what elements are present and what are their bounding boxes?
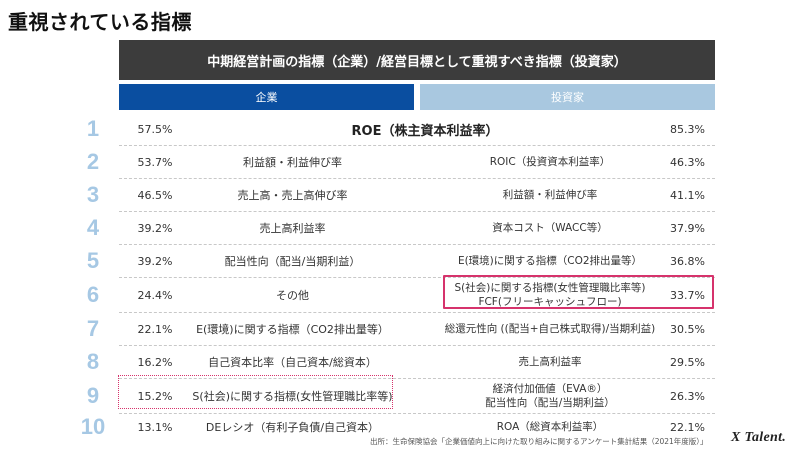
investor-indicator-text: E(環境)に関する指標（CO2排出量等） [457, 254, 643, 267]
rank-number: 9 [86, 383, 100, 408]
rank-number: 1 [86, 116, 100, 141]
investor-indicator-text: 総還元性向 ((配当+自己株式取得)/当期利益) [444, 322, 656, 335]
investor-indicator: 総還元性向 ((配当+自己株式取得)/当期利益) [440, 313, 660, 345]
investor-percent: 36.8% [670, 254, 705, 268]
table-row: 2 53.7% 利益額・利益伸び率 ROIC（投資資本利益率） 46.3% [0, 146, 800, 178]
investor-indicator: 資本コスト（WACC等） [440, 212, 660, 244]
rank-number: 6 [86, 282, 100, 307]
highlight-box-corporate [118, 375, 393, 409]
investor-percent: 85.3% [670, 122, 705, 136]
shared-indicator: ROE（株主資本利益率） [351, 123, 499, 139]
investor-indicator-text: ROA（総資本利益率） [496, 420, 604, 433]
investor-indicator: 経済付加価値（EVA®） 配当性向（配当/当期利益） [440, 379, 660, 413]
investor-indicator-text: 利益額・利益伸び率 [502, 188, 598, 201]
investor-percent: 30.5% [670, 322, 705, 336]
investor-percent: 37.9% [670, 221, 705, 235]
investor-indicator: 利益額・利益伸び率 [440, 179, 660, 211]
investor-indicator: E(環境)に関する指標（CO2排出量等） [440, 245, 660, 277]
investor-indicator-text: ROIC（投資資本利益率） [489, 155, 611, 168]
rank-number: 5 [86, 248, 100, 273]
brand-logo: X Talent. [731, 430, 787, 445]
rank-number: 4 [86, 215, 100, 240]
page-title: 重視されている指標 [8, 10, 192, 34]
corporate-indicator: 売上高利益率 [259, 222, 326, 235]
investor-indicator-text: 経済付加価値（EVA®） [492, 382, 608, 395]
investor-percent: 46.3% [670, 155, 705, 169]
table-row: 3 46.5% 売上高・売上高伸び率 利益額・利益伸び率 41.1% [0, 179, 800, 211]
corporate-indicator: 売上高・売上高伸び率 [237, 189, 348, 202]
investor-indicator: 売上高利益率 [440, 346, 660, 378]
investor-indicator-text: 売上高利益率 [518, 355, 582, 368]
table-row: 4 39.2% 売上高利益率 資本コスト（WACC等） 37.9% [0, 212, 800, 244]
corporate-indicator: 自己資本比率（自己資本/総資本） [208, 356, 377, 369]
investor-percent: 29.5% [670, 355, 705, 369]
corporate-indicator: その他 [276, 289, 309, 302]
corporate-indicator: 配当性向（配当/当期利益） [224, 255, 361, 268]
corporate-percent: 57.5% [137, 122, 173, 136]
rank-number: 8 [86, 349, 100, 374]
table-row: 8 16.2% 自己資本比率（自己資本/総資本） 売上高利益率 29.5% [0, 346, 800, 378]
investor-percent: 26.3% [670, 389, 705, 403]
rank-number: 2 [86, 149, 100, 174]
source-note: 出所：生命保険協会「企業価値向上に向けた取り組みに関するアンケート集計結果（20… [370, 437, 708, 446]
column-header-corporate: 企業 [119, 84, 414, 110]
rank-number: 7 [86, 316, 100, 341]
table-row: 5 39.2% 配当性向（配当/当期利益） E(環境)に関する指標（CO2排出量… [0, 245, 800, 277]
rank-number: 10 [80, 414, 106, 439]
investor-indicator-text-2: 配当性向（配当/当期利益） [485, 397, 615, 409]
table-row: 1 57.5% ROE（株主資本利益率） 85.3% [0, 113, 800, 145]
table-row: 7 22.1% E(環境)に関する指標（CO2排出量等） 総還元性向 ((配当+… [0, 313, 800, 345]
investor-indicator-text: 資本コスト（WACC等） [492, 221, 608, 234]
column-header-investor: 投資家 [420, 84, 715, 110]
table-header: 中期経営計画の指標（企業）/経営目標として重視すべき指標（投資家） [119, 40, 715, 80]
investor-percent: 41.1% [670, 188, 705, 202]
investor-indicator: ROIC（投資資本利益率） [440, 146, 660, 178]
corporate-indicator: E(環境)に関する指標（CO2排出量等） [196, 323, 389, 336]
highlight-box-investor [443, 275, 714, 309]
rank-number: 3 [86, 182, 100, 207]
corporate-indicator: 利益額・利益伸び率 [243, 156, 342, 169]
